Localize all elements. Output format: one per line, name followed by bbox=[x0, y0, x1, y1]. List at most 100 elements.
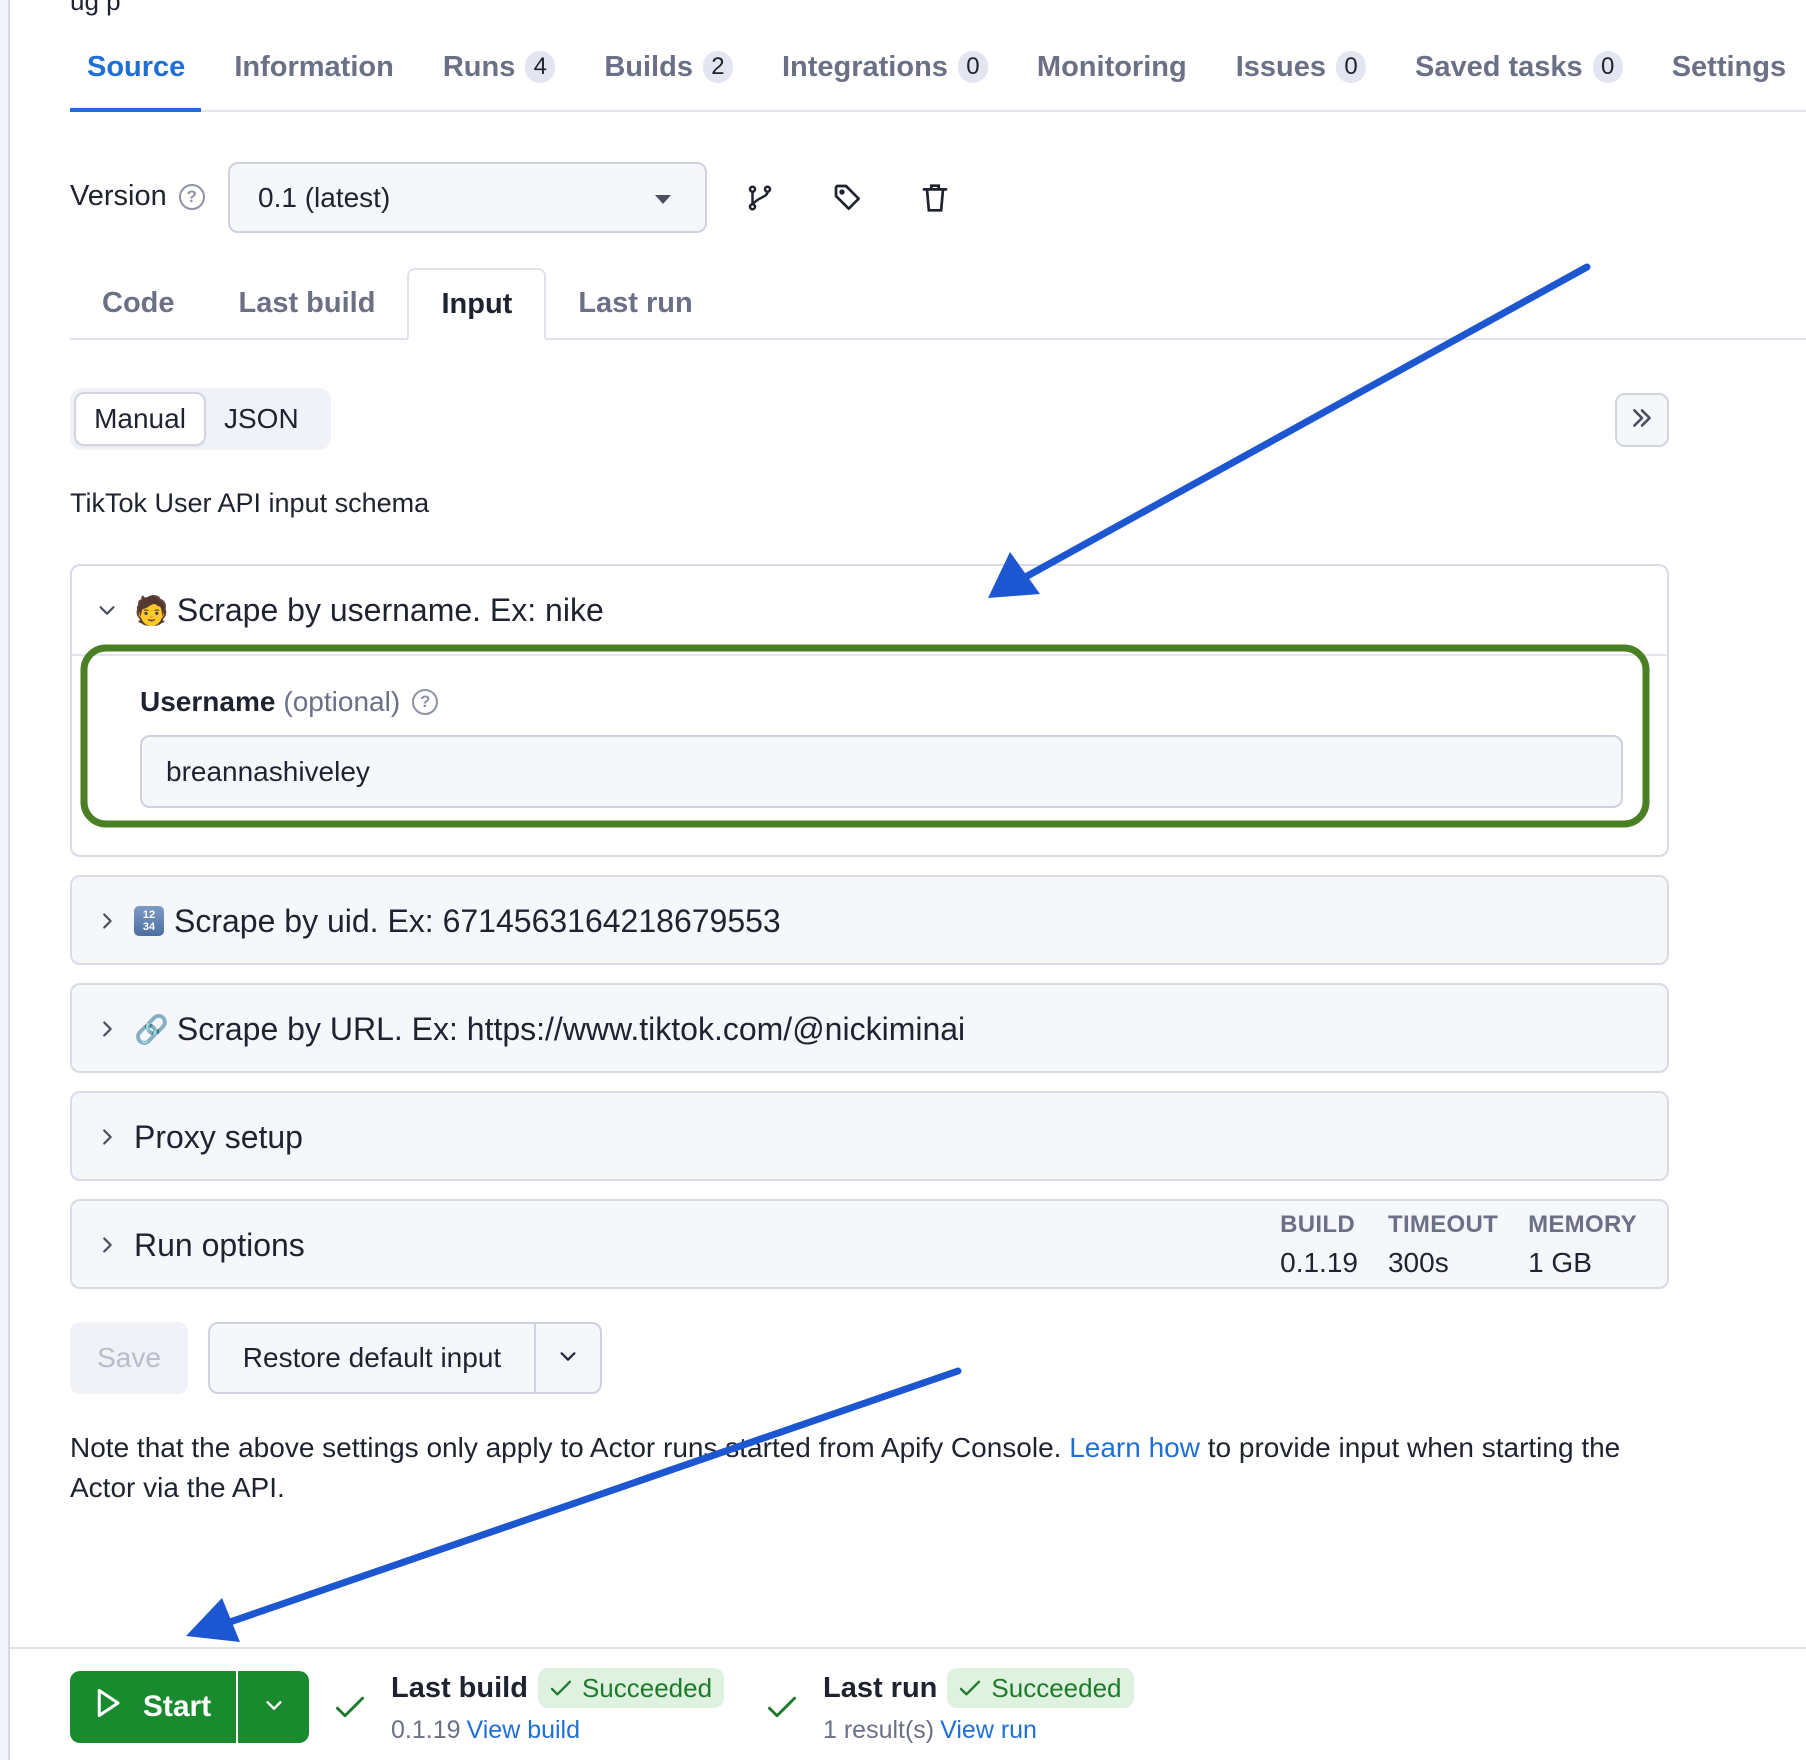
section-scrape-by-uid: 12 34 Scrape by uid. Ex: 6714563164218679… bbox=[70, 875, 1669, 965]
subtab-label: Input bbox=[441, 287, 513, 320]
stat-value: 1 GB bbox=[1528, 1247, 1592, 1278]
chevron-down-icon bbox=[263, 1694, 285, 1721]
section-title: Scrape by username. Ex: nike bbox=[176, 591, 604, 628]
check-icon bbox=[767, 1694, 797, 1745]
last-build-info: Last build Succeeded 0.1.19 View build bbox=[391, 1666, 725, 1745]
restore-default-input-group: Restore default input bbox=[208, 1322, 602, 1394]
last-build-label: Last build bbox=[391, 1671, 528, 1704]
stat-label: TIMEOUT bbox=[1387, 1211, 1499, 1238]
footer-divider bbox=[10, 1647, 1806, 1649]
numbers-emoji-icon: 12 34 bbox=[134, 906, 164, 936]
question-circle-icon[interactable]: ? bbox=[178, 183, 205, 210]
section-header-uid[interactable]: 12 34 Scrape by uid. Ex: 6714563164218679… bbox=[72, 877, 1667, 965]
version-label: Version ? bbox=[70, 180, 205, 213]
caret-down-icon bbox=[655, 195, 671, 204]
api-input-note: Note that the above settings only apply … bbox=[70, 1428, 1670, 1508]
status-badge: Succeeded bbox=[947, 1668, 1134, 1708]
start-button[interactable]: Start bbox=[70, 1671, 238, 1743]
section-title: Run options bbox=[134, 1226, 305, 1263]
view-build-link[interactable]: View build bbox=[467, 1716, 581, 1744]
section-header-url[interactable]: 🔗 Scrape by URL. Ex: https://www.tiktok.… bbox=[72, 985, 1667, 1073]
mode-manual-button[interactable]: Manual bbox=[74, 392, 206, 446]
input-schema-title: TikTok User API input schema bbox=[70, 488, 430, 518]
tab-source[interactable]: Source bbox=[70, 40, 202, 112]
restore-default-input-button[interactable]: Restore default input bbox=[210, 1324, 536, 1392]
version-label-text: Version bbox=[70, 180, 167, 212]
start-options-dropdown[interactable] bbox=[238, 1671, 309, 1743]
tab-label: Runs bbox=[442, 50, 516, 83]
tab-issues[interactable]: Issues 0 bbox=[1220, 40, 1382, 94]
optional-marker: (optional) bbox=[283, 686, 401, 717]
subtab-code[interactable]: Code bbox=[70, 268, 207, 338]
chevron-down-icon bbox=[557, 1345, 579, 1372]
tab-label: Integrations bbox=[781, 50, 948, 83]
chevron-right-icon bbox=[94, 1016, 120, 1042]
tab-runs[interactable]: Runs 4 bbox=[427, 40, 572, 94]
section-header-username[interactable]: 🧑 Scrape by username. Ex: nike bbox=[72, 566, 1667, 654]
tab-label: Issues bbox=[1235, 50, 1327, 83]
section-title: Scrape by uid. Ex: 6714563164218679553 bbox=[174, 902, 781, 939]
chevron-right-icon bbox=[94, 1124, 120, 1150]
question-circle-icon[interactable]: ? bbox=[412, 689, 439, 715]
save-button[interactable]: Save bbox=[70, 1322, 188, 1394]
username-input[interactable] bbox=[140, 735, 1623, 808]
source-sub-tab-bar: Code Last build Input Last run bbox=[70, 268, 1806, 340]
last-run-info: Last run Succeeded 1 result(s) View run bbox=[823, 1666, 1134, 1745]
tab-monitoring[interactable]: Monitoring bbox=[1021, 40, 1203, 94]
restore-dropdown-button[interactable] bbox=[536, 1324, 600, 1392]
note-text: Note that the above settings only apply … bbox=[70, 1432, 1070, 1463]
emoji-digits: 12 bbox=[142, 909, 156, 921]
git-branch-icon[interactable] bbox=[740, 178, 780, 218]
expand-panel-button[interactable] bbox=[1615, 393, 1669, 447]
mode-json-button[interactable]: JSON bbox=[206, 392, 317, 446]
stat-timeout: TIMEOUT 300s bbox=[1388, 1211, 1498, 1279]
view-run-link[interactable]: View run bbox=[940, 1716, 1037, 1744]
run-results: 1 result(s) bbox=[823, 1716, 935, 1744]
input-mode-toggle: Manual JSON bbox=[70, 388, 331, 450]
section-scrape-by-username: 🧑 Scrape by username. Ex: nike Username … bbox=[70, 564, 1669, 857]
tab-integrations[interactable]: Integrations 0 bbox=[766, 40, 1004, 94]
tab-settings[interactable]: Settings bbox=[1656, 40, 1802, 94]
count-badge: 0 bbox=[1592, 51, 1623, 83]
last-run-sub: 1 result(s) View run bbox=[823, 1716, 1134, 1745]
username-field-label: Username (optional) ? bbox=[140, 686, 439, 718]
tab-label: Information bbox=[234, 50, 394, 83]
section-header-proxy[interactable]: Proxy setup bbox=[72, 1093, 1667, 1181]
build-version: 0.1.19 bbox=[391, 1716, 461, 1744]
stat-memory: MEMORY 1 GB bbox=[1528, 1211, 1637, 1279]
person-emoji-icon: 🧑 bbox=[134, 594, 169, 626]
stat-value: 0.1.19 bbox=[1280, 1247, 1358, 1278]
tab-label: Source bbox=[87, 50, 186, 83]
tab-label: Builds bbox=[604, 50, 693, 83]
tab-builds[interactable]: Builds 2 bbox=[588, 40, 749, 94]
last-build-status: Last build Succeeded 0.1.19 View build bbox=[335, 1666, 725, 1745]
status-text: Succeeded bbox=[581, 1672, 713, 1703]
trash-icon[interactable] bbox=[915, 178, 955, 218]
learn-how-link[interactable]: Learn how bbox=[1069, 1432, 1200, 1463]
last-run-status: Last run Succeeded 1 result(s) View run bbox=[767, 1666, 1134, 1745]
tab-information[interactable]: Information bbox=[218, 40, 410, 94]
emoji-digits: 34 bbox=[142, 921, 156, 933]
link-emoji-icon: 🔗 bbox=[134, 1013, 169, 1045]
count-badge: 2 bbox=[702, 51, 733, 83]
section-run-options: Run options BUILD 0.1.19 TIMEOUT 300s ME… bbox=[70, 1199, 1669, 1289]
last-run-label: Last run bbox=[823, 1671, 938, 1704]
start-button-group: Start bbox=[70, 1671, 309, 1743]
version-select[interactable]: 0.1 (latest) bbox=[228, 162, 707, 233]
tab-label: Monitoring bbox=[1036, 50, 1187, 83]
status-text: Succeeded bbox=[991, 1672, 1122, 1703]
subtab-last-build[interactable]: Last build bbox=[207, 268, 408, 338]
stat-label: MEMORY bbox=[1528, 1211, 1637, 1238]
section-divider bbox=[72, 654, 1667, 656]
subtab-input[interactable]: Input bbox=[407, 268, 547, 340]
tab-saved-tasks[interactable]: Saved tasks 0 bbox=[1399, 40, 1639, 94]
stat-value: 300s bbox=[1387, 1247, 1449, 1278]
status-badge: Succeeded bbox=[537, 1668, 725, 1708]
subtab-label: Last run bbox=[578, 286, 693, 319]
tag-icon[interactable] bbox=[828, 178, 868, 218]
count-badge: 0 bbox=[957, 51, 988, 83]
count-badge: 4 bbox=[525, 51, 556, 83]
section-proxy-setup: Proxy setup bbox=[70, 1091, 1669, 1181]
subtab-last-run[interactable]: Last run bbox=[546, 268, 724, 338]
cut-off-header-text: ug p bbox=[70, 0, 121, 16]
